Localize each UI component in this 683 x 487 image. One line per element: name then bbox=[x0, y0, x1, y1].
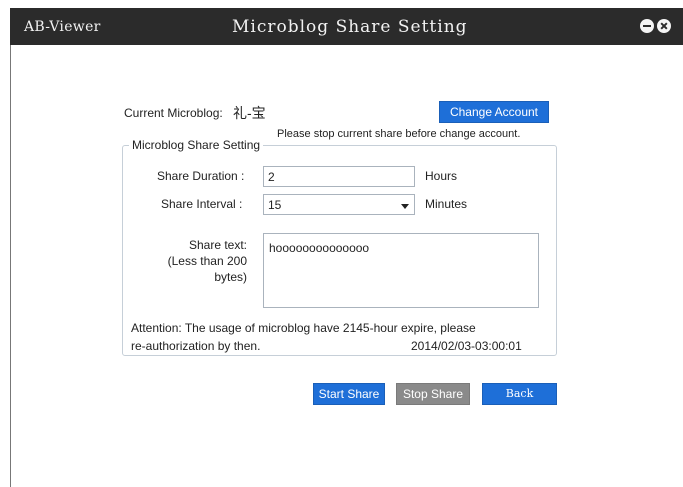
current-microblog-value: 礼-宝 bbox=[233, 105, 266, 121]
share-text-label-line-1: Share text: bbox=[188, 238, 247, 252]
share-duration-value: 2 bbox=[268, 170, 275, 184]
share-text-label-line-3: bytes) bbox=[214, 270, 247, 284]
share-interval-value: 15 bbox=[268, 198, 282, 212]
minimize-icon[interactable] bbox=[640, 19, 654, 33]
share-interval-unit: Minutes bbox=[425, 197, 468, 211]
top-strip bbox=[0, 0, 683, 8]
window-border bbox=[10, 45, 11, 487]
attention-text-line-1: Attention: The usage of microblog have 2… bbox=[131, 321, 476, 335]
chevron-down-icon[interactable] bbox=[401, 204, 409, 209]
app-title: AB-Viewer bbox=[24, 19, 101, 35]
back-button[interactable]: Back bbox=[482, 383, 557, 405]
expire-time: 2014/02/03-03:00:01 bbox=[411, 339, 522, 353]
share-duration-input[interactable]: 2 bbox=[263, 166, 415, 187]
share-duration-label: Share Duration : bbox=[157, 169, 245, 183]
share-text-label-line-2: (Less than 200 bbox=[167, 254, 247, 268]
window-title: Microblog Share Setting bbox=[232, 17, 468, 37]
share-interval-select[interactable]: 15 bbox=[263, 194, 415, 215]
share-interval-label: Share Interval : bbox=[161, 197, 243, 211]
share-text-value: hoooooooooooooo bbox=[269, 241, 370, 255]
share-text-input[interactable]: hoooooooooooooo bbox=[263, 233, 539, 308]
share-text-label: Share text: (Less than 200 bytes) bbox=[130, 237, 247, 285]
change-account-button[interactable]: Change Account bbox=[439, 101, 549, 123]
share-setting-group-title: Microblog Share Setting bbox=[129, 138, 264, 152]
current-microblog-label: Current Microblog: bbox=[124, 106, 223, 120]
start-share-button[interactable]: Start Share bbox=[313, 383, 385, 405]
title-bar[interactable]: AB-Viewer Microblog Share Setting bbox=[10, 8, 683, 45]
close-icon[interactable] bbox=[657, 19, 671, 33]
attention-text-line-2: re-authorization by then. bbox=[131, 339, 261, 353]
change-account-notice: Please stop current share before change … bbox=[277, 128, 521, 140]
stop-share-button[interactable]: Stop Share bbox=[396, 383, 470, 405]
share-duration-unit: Hours bbox=[425, 169, 458, 183]
